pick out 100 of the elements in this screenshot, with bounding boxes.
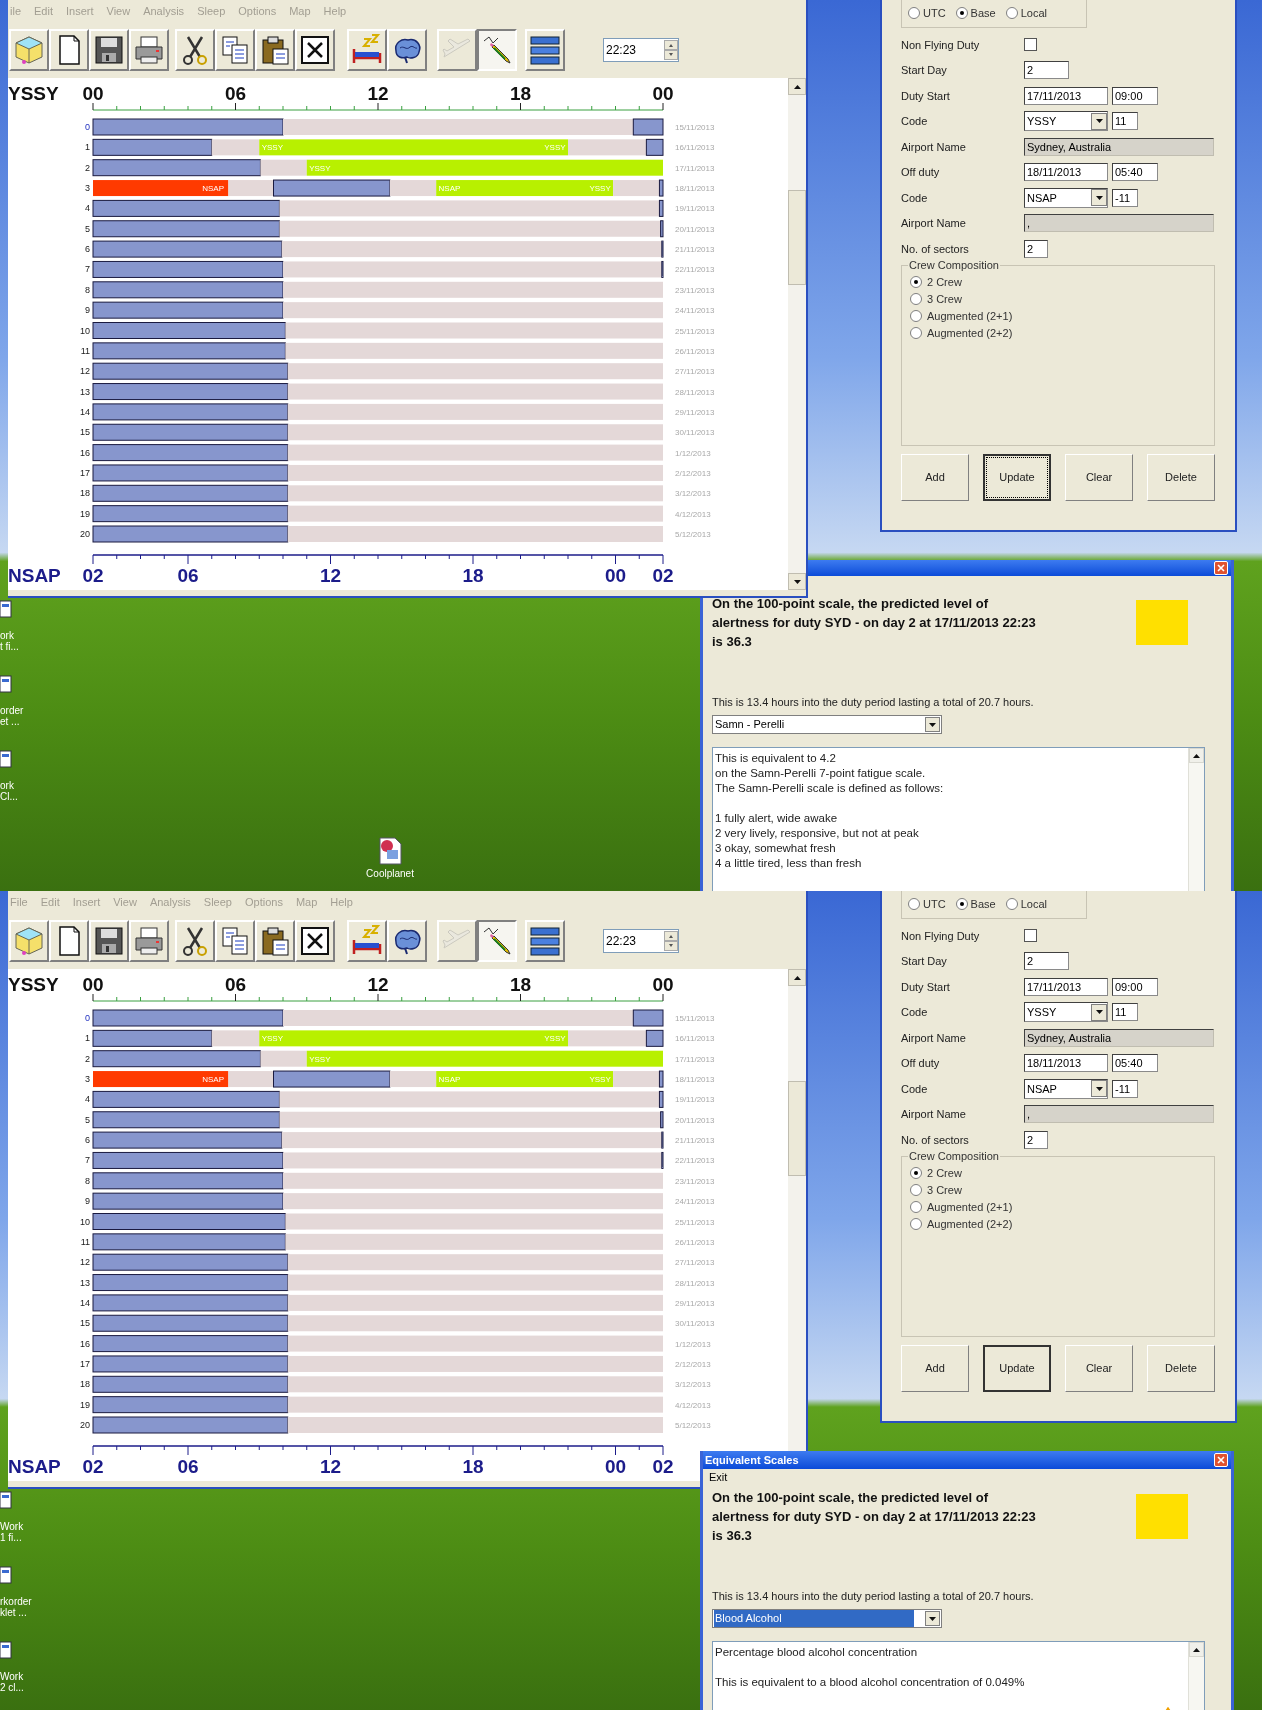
- radio-button[interactable]: [908, 6, 920, 19]
- dropdown-arrow-button[interactable]: [1091, 1080, 1107, 1098]
- time-spin-box[interactable]: 22:23: [603, 38, 679, 62]
- date-field[interactable]: 18/11/2013: [1024, 163, 1108, 182]
- action-button[interactable]: Delete: [1147, 453, 1215, 501]
- scroll-up-button[interactable]: [1189, 748, 1204, 763]
- action-button[interactable]: Add: [901, 453, 969, 501]
- icon-label[interactable]: rkorder klet ...: [0, 1596, 32, 1618]
- radio-button[interactable]: [910, 310, 922, 322]
- radio-button[interactable]: [910, 293, 922, 305]
- checkbox[interactable]: [1024, 929, 1037, 943]
- dropdown[interactable]: YSSY: [1024, 1002, 1108, 1023]
- action-button[interactable]: Add: [901, 1344, 969, 1392]
- dropdown-arrow-button[interactable]: [1091, 112, 1107, 130]
- radio-button[interactable]: [910, 1167, 922, 1179]
- time-field[interactable]: 05:40: [1112, 1054, 1158, 1073]
- stacked-bars-icon: [528, 924, 562, 958]
- input-field[interactable]: ,: [1024, 1105, 1214, 1124]
- day-number: 7: [85, 264, 90, 275]
- radio-button[interactable]: [908, 897, 920, 910]
- input-field[interactable]: -11: [1112, 1079, 1138, 1098]
- text-area[interactable]: [712, 747, 1205, 891]
- scroll-up-button[interactable]: [788, 969, 806, 986]
- duty-bar-label: YSSY: [309, 163, 331, 173]
- action-button[interactable]: Delete: [1147, 1344, 1215, 1392]
- radio-button[interactable]: [1005, 6, 1018, 19]
- radio-button[interactable]: [1005, 897, 1018, 910]
- input-field[interactable]: -11: [1112, 188, 1138, 207]
- document-icon[interactable]: [0, 750, 12, 768]
- input-field[interactable]: Sydney, Australia: [1024, 137, 1214, 156]
- date-field[interactable]: 17/11/2013: [1024, 977, 1108, 996]
- input-field[interactable]: 2: [1024, 61, 1069, 80]
- document-icon[interactable]: [377, 836, 403, 866]
- date-field[interactable]: 17/11/2013: [1024, 86, 1108, 105]
- icon-label[interactable]: Work 1 fi...: [0, 1521, 32, 1543]
- icon-label[interactable]: order et ...: [0, 705, 24, 727]
- toolbar-button[interactable]: [477, 920, 517, 962]
- time-field[interactable]: 05:40: [1112, 163, 1158, 182]
- checkbox[interactable]: [1024, 38, 1037, 52]
- date-label: 21/11/2013: [675, 1136, 715, 1146]
- date-field[interactable]: 18/11/2013: [1024, 1054, 1108, 1073]
- scroll-down-button[interactable]: [788, 573, 806, 590]
- input-field[interactable]: 2: [1024, 952, 1069, 971]
- time-field[interactable]: 09:00: [1112, 86, 1158, 105]
- scroll-up-button[interactable]: [788, 78, 806, 95]
- action-button[interactable]: Update: [983, 1344, 1052, 1392]
- caret-icon: [793, 975, 801, 980]
- dropdown[interactable]: Blood Alcohol: [712, 1609, 942, 1628]
- input-field[interactable]: 11: [1112, 1003, 1138, 1022]
- icon-label[interactable]: Work 2 cl...: [0, 1671, 32, 1693]
- action-button[interactable]: Update: [983, 453, 1052, 501]
- dropdown[interactable]: YSSY: [1024, 111, 1108, 132]
- close-button[interactable]: [1214, 561, 1228, 576]
- dropdown[interactable]: NSAP: [1024, 1078, 1108, 1099]
- icon-label[interactable]: ork Cl...: [0, 780, 24, 802]
- toolbar-button[interactable]: [477, 29, 517, 71]
- dropdown-arrow-button[interactable]: [1091, 1003, 1107, 1021]
- field-label: Off duty: [901, 1056, 941, 1071]
- radio-button[interactable]: [955, 897, 968, 910]
- document-icon[interactable]: [0, 1491, 12, 1509]
- dropdown-arrow-button[interactable]: [925, 1611, 940, 1626]
- scrollbar-thumb[interactable]: [788, 1081, 806, 1176]
- input-field[interactable]: ,: [1024, 214, 1214, 233]
- document-icon[interactable]: [0, 1641, 12, 1659]
- document-icon[interactable]: [0, 675, 12, 693]
- scrollbar[interactable]: [1188, 748, 1204, 891]
- radio-button[interactable]: [955, 6, 968, 19]
- action-button[interactable]: Clear: [1065, 1344, 1133, 1392]
- icon-label[interactable]: ork t fi...: [0, 630, 24, 652]
- sleep-bar: [658, 179, 664, 197]
- radio-button[interactable]: [910, 276, 922, 288]
- dropdown-arrow-button[interactable]: [925, 717, 940, 732]
- date-label: 5/12/2013: [675, 1421, 711, 1430]
- document-icon[interactable]: [0, 1566, 12, 1584]
- time-spin-box[interactable]: 22:23: [603, 929, 679, 953]
- document-icon[interactable]: [0, 600, 12, 618]
- input-field[interactable]: 11: [1112, 112, 1138, 131]
- sleep-bar: [660, 1111, 664, 1129]
- input-field[interactable]: Sydney, Australia: [1024, 1028, 1214, 1047]
- input-field[interactable]: 2: [1024, 1130, 1048, 1149]
- scrollbar[interactable]: [788, 78, 806, 590]
- text-area[interactable]: Percentage blood alcohol concentration This is equivalent to a blood alcohol concentration of 0.049%: [712, 1641, 1205, 1710]
- axis-tick-label: 00: [652, 83, 674, 104]
- radio-button[interactable]: [910, 1201, 922, 1213]
- dropdown[interactable]: Samn - Perelli: [712, 715, 942, 734]
- radio-button[interactable]: [910, 327, 922, 339]
- shortcut-label[interactable]: Coolplanet: [366, 868, 414, 880]
- radio-button[interactable]: [910, 1218, 922, 1230]
- input-field[interactable]: 2: [1024, 239, 1048, 258]
- dropdown-arrow-button[interactable]: [1091, 189, 1107, 207]
- radio-button[interactable]: [910, 1184, 922, 1196]
- action-button[interactable]: Clear: [1065, 453, 1133, 501]
- sleep-bar: [632, 1009, 664, 1027]
- menu-item[interactable]: Exit: [709, 1468, 728, 1486]
- field-label: No. of sectors: [901, 241, 970, 257]
- scrollbar-thumb[interactable]: [788, 190, 806, 285]
- time-field[interactable]: 09:00: [1112, 977, 1158, 996]
- close-button[interactable]: [1214, 1453, 1228, 1467]
- dropdown[interactable]: NSAP: [1024, 187, 1108, 208]
- scroll-up-button[interactable]: [1189, 1642, 1204, 1657]
